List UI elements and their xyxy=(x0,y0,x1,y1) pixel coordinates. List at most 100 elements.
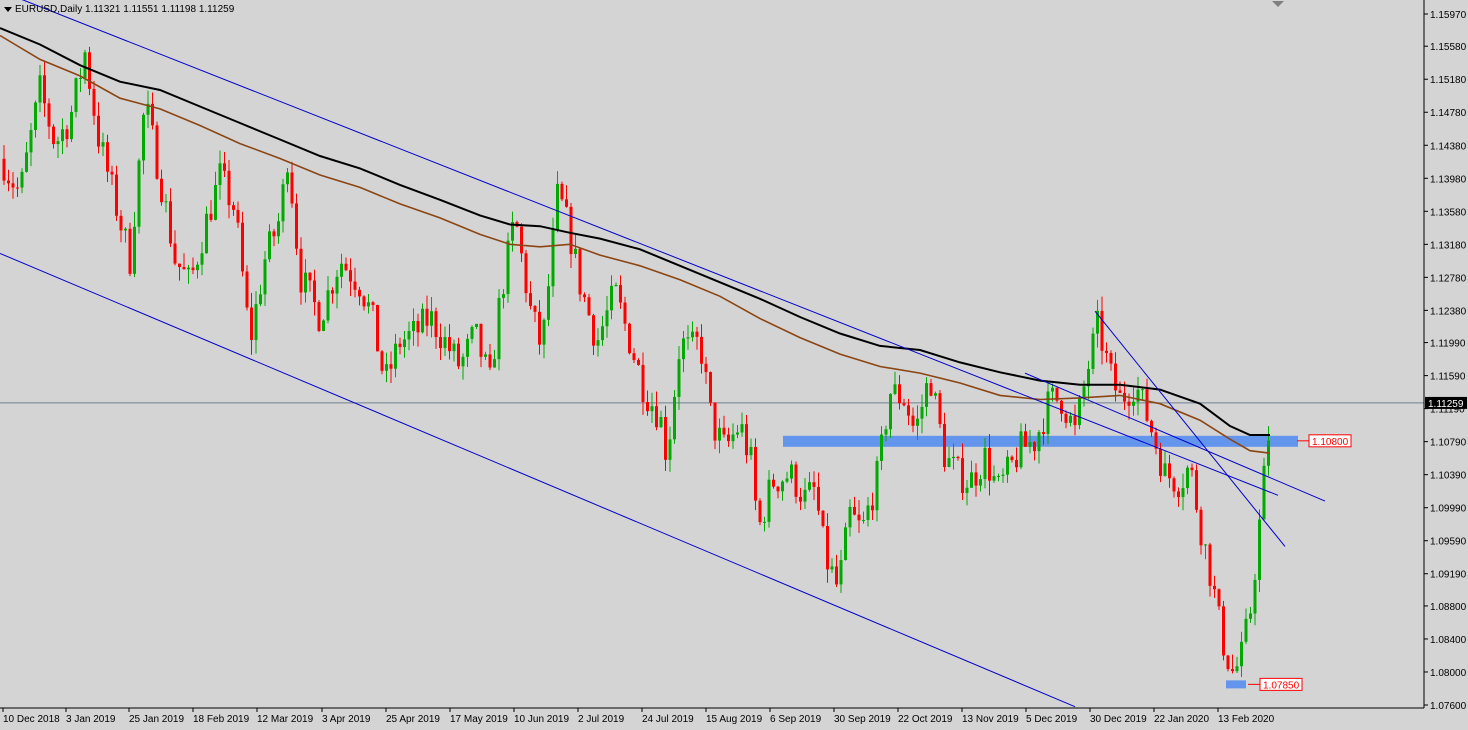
candle-body xyxy=(718,427,721,441)
candle-body xyxy=(443,337,447,349)
dropdown-triangle-icon[interactable] xyxy=(4,6,12,12)
bear-candle xyxy=(88,46,91,96)
candle-body xyxy=(209,213,213,220)
candle-body xyxy=(992,476,996,481)
candle-body xyxy=(745,424,748,456)
candle-body xyxy=(862,519,865,521)
bull-candle xyxy=(992,465,996,484)
y-tick-label: 1.09190 xyxy=(1430,570,1467,581)
candle-body xyxy=(74,78,78,112)
candle-body xyxy=(826,526,829,570)
candle-body xyxy=(281,184,285,222)
bear-candle xyxy=(349,258,352,297)
bear-candle xyxy=(106,134,109,182)
candle-body xyxy=(461,356,465,367)
candle-body xyxy=(538,311,541,345)
candle-body xyxy=(164,201,168,203)
bull-candle xyxy=(790,460,793,484)
bull-candle xyxy=(808,472,811,492)
candle-body xyxy=(556,183,559,230)
candle-body xyxy=(731,434,735,442)
candle-body xyxy=(110,171,114,175)
candle-body xyxy=(776,486,780,492)
bear-candle xyxy=(871,492,874,520)
bull-candle xyxy=(1163,451,1167,477)
bear-candle xyxy=(115,165,118,222)
candle-body xyxy=(560,183,564,200)
bear-candle xyxy=(331,287,334,304)
bear-candle xyxy=(182,253,186,270)
bull-candle xyxy=(214,171,217,221)
bear-candle xyxy=(344,257,348,272)
candle-body xyxy=(758,500,762,523)
x-tick-label: 13 Nov 2019 xyxy=(962,714,1019,725)
bull-candle xyxy=(1001,468,1005,483)
candle-body xyxy=(817,486,820,511)
candle-body xyxy=(907,405,910,416)
candle-body xyxy=(412,320,415,332)
candle-body xyxy=(835,566,838,585)
bear-candle xyxy=(299,237,303,305)
y-tick-label: 1.15580 xyxy=(1430,42,1467,53)
candle-body xyxy=(1109,352,1113,364)
y-tick-label: 1.11990 xyxy=(1430,339,1466,350)
y-tick-label: 1.07600 xyxy=(1430,701,1467,712)
bear-candle xyxy=(313,269,316,316)
trendline xyxy=(0,252,1076,708)
bull-candle xyxy=(1204,544,1207,560)
x-tick-label: 3 Jan 2019 xyxy=(66,714,116,725)
candle-body xyxy=(1262,465,1266,520)
candle-body xyxy=(808,482,811,490)
bear-candle xyxy=(52,124,55,149)
candle-body xyxy=(952,456,955,459)
candle-body xyxy=(1163,463,1167,476)
bull-candle xyxy=(1087,360,1090,400)
candle-body xyxy=(623,302,627,324)
bear-candle xyxy=(1010,455,1014,463)
bear-candle xyxy=(722,415,726,438)
moving-average-fast xyxy=(0,34,1271,454)
bull-candle xyxy=(731,423,735,449)
bear-candle xyxy=(317,300,321,333)
bull-candle xyxy=(286,167,289,193)
bear-candle xyxy=(1190,463,1194,477)
candle-body xyxy=(142,114,145,161)
bull-candle xyxy=(304,259,307,303)
candle-body xyxy=(353,281,357,290)
bear-candle xyxy=(794,461,798,504)
bull-candle xyxy=(146,90,150,128)
price-chart[interactable]: 1.10800 1.07850 1.15970 1.15580 1.15180 1.14… xyxy=(0,0,1468,730)
candle-body xyxy=(457,343,460,367)
x-tick-label: 15 Aug 2019 xyxy=(706,714,763,725)
bear-candle xyxy=(209,200,213,222)
bull-candle xyxy=(394,333,397,378)
bull-candle xyxy=(385,352,388,383)
bull-candle xyxy=(965,480,969,506)
candle-body xyxy=(488,354,492,368)
x-tick-label: 30 Sep 2019 xyxy=(834,714,891,725)
bull-candle xyxy=(142,112,145,175)
candle-body xyxy=(250,307,253,341)
chart-window[interactable]: 1.10800 1.07850 1.15970 1.15580 1.15180 1.14… xyxy=(0,0,1468,730)
bear-candle xyxy=(376,304,379,352)
bear-candle xyxy=(232,201,235,216)
candle-body xyxy=(349,270,352,282)
bear-candle xyxy=(290,161,294,208)
bear-candle xyxy=(1015,447,1018,473)
bear-candle xyxy=(641,352,645,415)
candle-body xyxy=(632,353,636,361)
y-tick-label: 1.12780 xyxy=(1430,273,1467,284)
candle-body xyxy=(128,228,132,274)
bear-candle xyxy=(956,455,960,461)
bull-candle xyxy=(925,377,928,417)
candle-body xyxy=(1015,460,1018,468)
candle-body xyxy=(299,248,303,293)
y-tick-label: 1.13580 xyxy=(1430,207,1467,218)
ohlc-low: 1.11198 xyxy=(161,4,197,15)
bear-candle xyxy=(1105,342,1108,363)
bear-candle xyxy=(160,169,163,206)
candle-body xyxy=(970,472,973,488)
bear-candle xyxy=(709,371,712,407)
candle-body xyxy=(974,472,978,486)
candle-body xyxy=(1235,666,1239,672)
